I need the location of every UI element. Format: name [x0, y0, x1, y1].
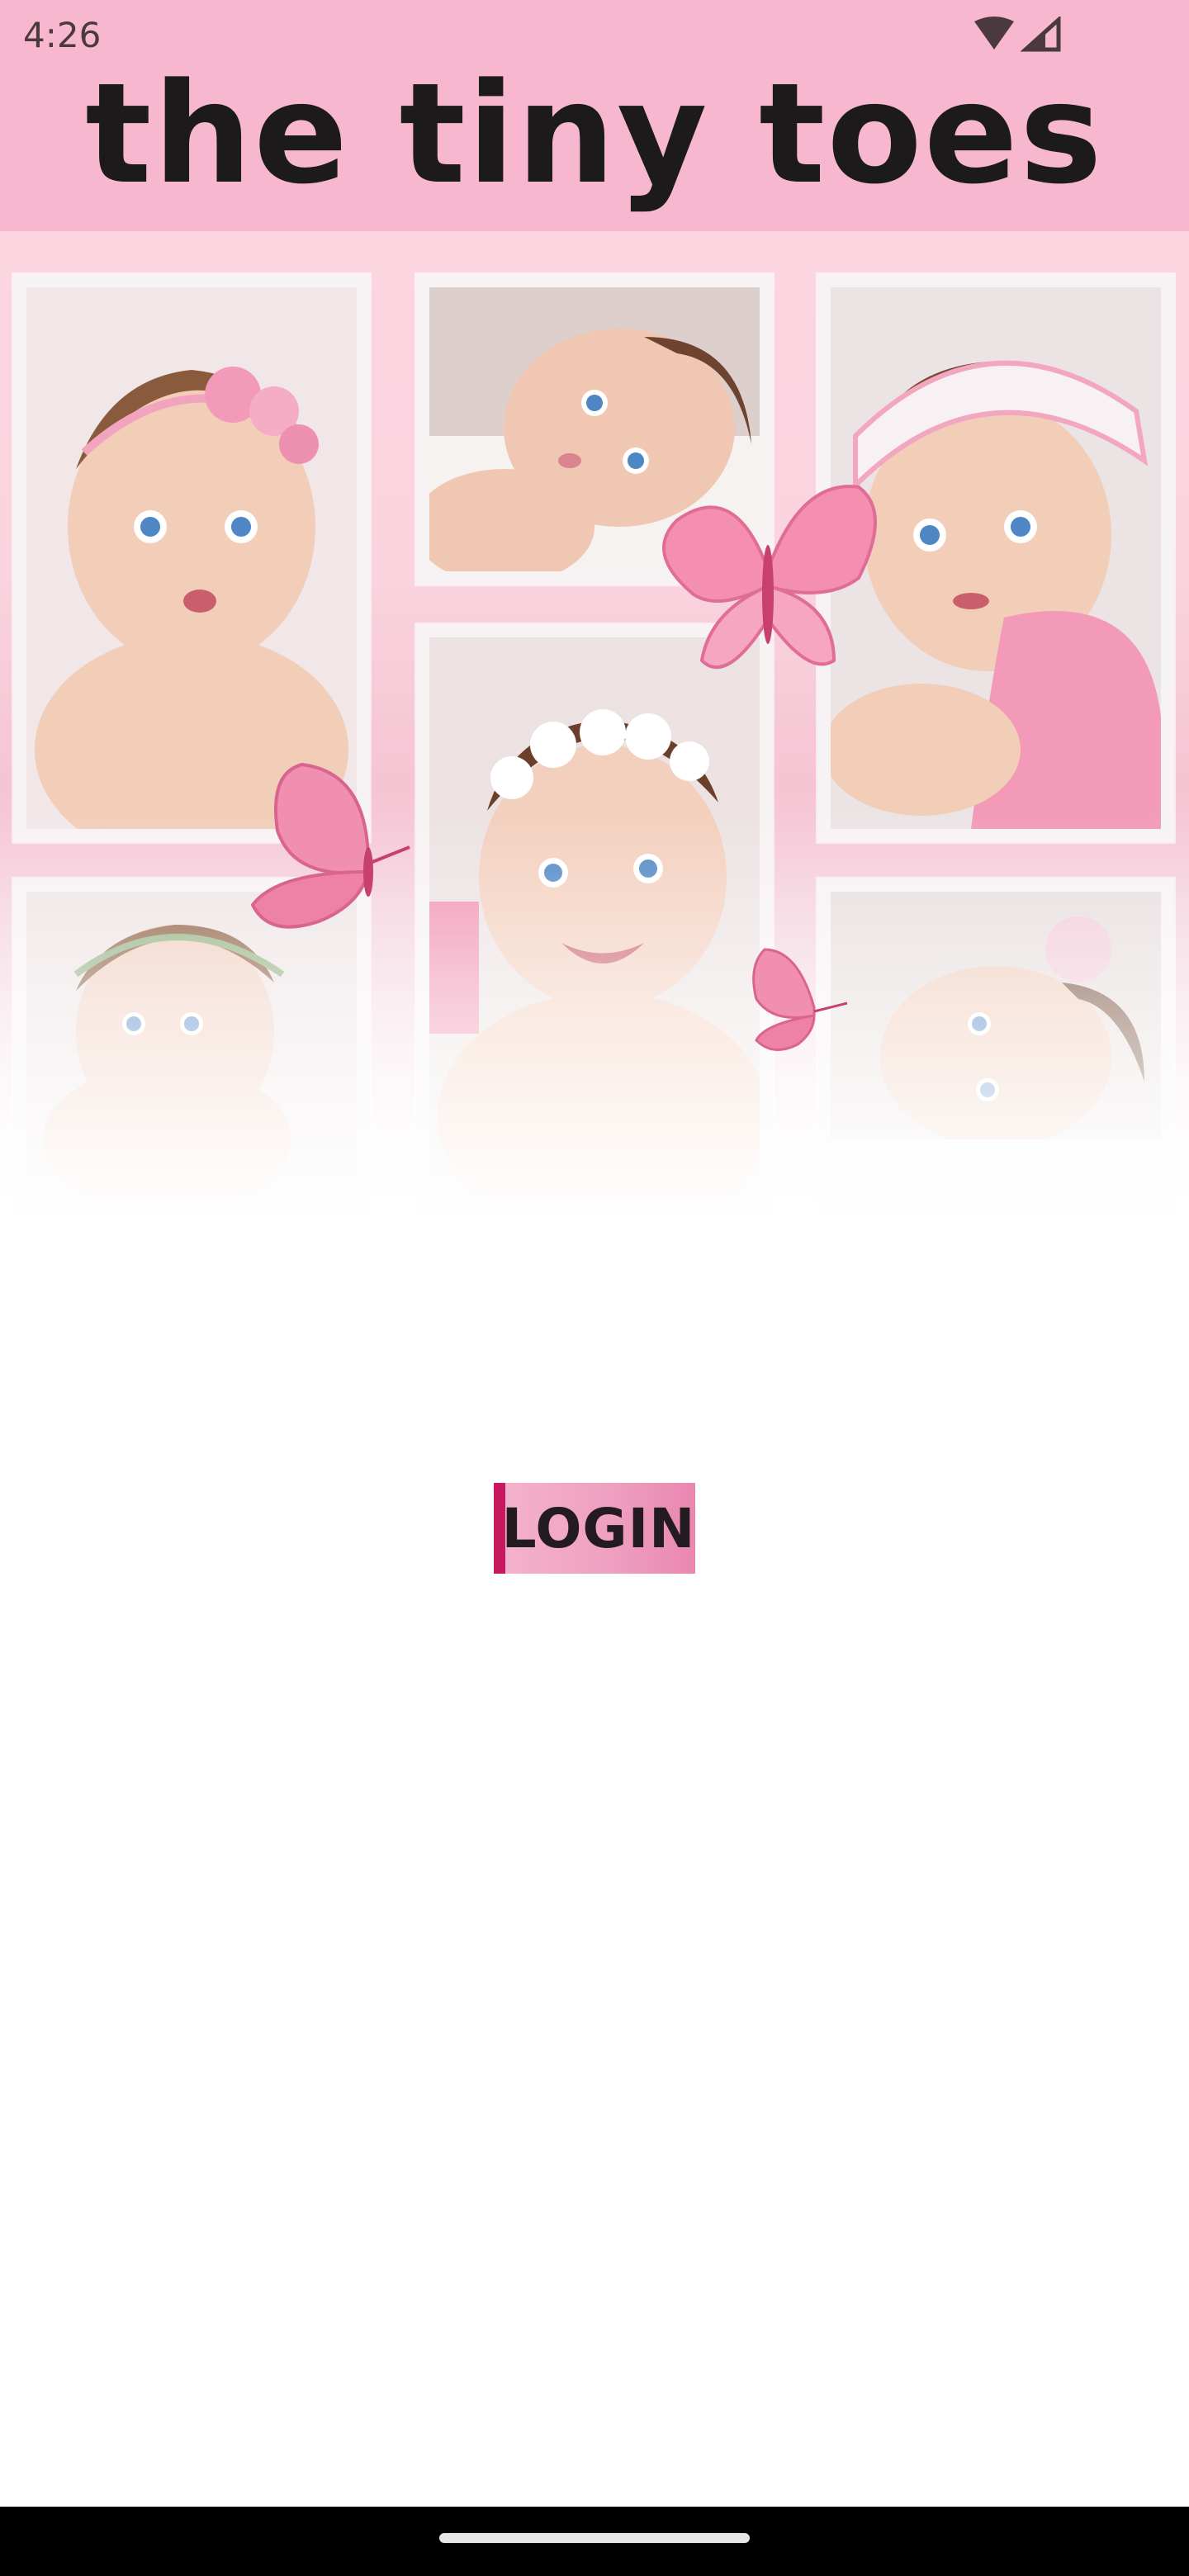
wifi-icon [974, 17, 1014, 50]
status-time: 4:26 [23, 15, 102, 55]
baby-photo-lying-side [817, 878, 1174, 1219]
login-button[interactable]: LOGIN [494, 1483, 695, 1574]
system-navigation-bar [0, 2507, 1189, 2576]
app-header: the tiny toes [0, 64, 1189, 231]
app-title: the tiny toes [85, 53, 1104, 215]
butterfly-icon [662, 485, 877, 670]
status-icons [974, 15, 1065, 53]
butterfly-icon [752, 948, 848, 1051]
baby-photo-smiling-daisy-headband [416, 624, 773, 1219]
home-gesture-handle[interactable] [439, 2533, 750, 2543]
login-accent-bar [494, 1483, 505, 1574]
login-label: LOGIN [501, 1496, 696, 1560]
hero-collage [0, 231, 1189, 1238]
butterfly-icon [250, 762, 410, 929]
cellular-signal-icon [1020, 15, 1061, 52]
